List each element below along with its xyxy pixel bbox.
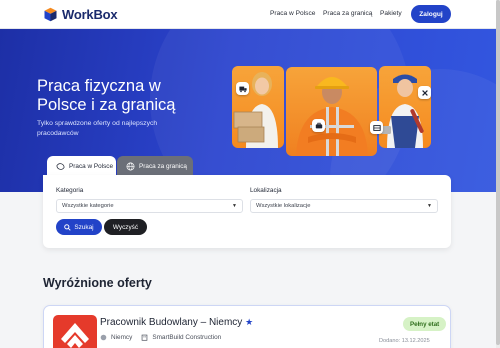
- builder-illustration: [296, 77, 368, 156]
- chevron-down-icon: ▼: [427, 203, 432, 209]
- brand-name: WorkBox: [62, 7, 118, 22]
- tab-abroad[interactable]: Praca za granicą: [117, 156, 193, 176]
- category-select[interactable]: Wszystkie kategorie ▼: [56, 199, 243, 213]
- clear-button-label: Wyczyść: [112, 223, 139, 231]
- globe-icon: [126, 162, 135, 170]
- offer-country: Niemcy: [111, 334, 133, 341]
- category-value: Wszystkie kategorie: [62, 203, 114, 209]
- search-panel: Kategoria Wszystkie kategorie ▼ Lokaliza…: [43, 175, 451, 248]
- status-badge: Pełny etat: [403, 317, 447, 331]
- search-icon: [64, 223, 72, 231]
- offer-title-text: Pracownik Budowlany – Niemcy: [100, 317, 243, 328]
- hero-card-plumber: [379, 66, 431, 148]
- search-button[interactable]: Szukaj: [56, 219, 102, 235]
- offer-title[interactable]: Pracownik Budowlany – Niemcy ★: [100, 317, 253, 328]
- truck-icon: [236, 82, 249, 95]
- page-scrollbar[interactable]: [496, 0, 500, 348]
- nav-link-abroad[interactable]: Praca za granicą: [323, 10, 372, 17]
- login-button[interactable]: Zaloguj: [411, 5, 451, 23]
- location-label: Lokalizacja: [250, 187, 282, 194]
- tools-icon: [312, 119, 325, 132]
- tab-abroad-label: Praca za granicą: [139, 162, 187, 170]
- offer-company: SmartBuild Construction: [152, 334, 222, 341]
- nav-link-poland[interactable]: Praca w Polsce: [270, 10, 315, 17]
- location-select[interactable]: Wszystkie lokalizacje ▼: [250, 199, 438, 213]
- category-label: Kategoria: [56, 187, 84, 194]
- logo-cube-icon: [44, 7, 57, 22]
- tab-poland[interactable]: Praca w Polsce: [47, 156, 116, 176]
- flag-icon: [56, 162, 65, 170]
- nav-link-packages[interactable]: Pakiety: [380, 10, 402, 17]
- company-logo: [53, 315, 97, 348]
- hero-title: Praca fizyczna w Polsce i za granicą: [37, 77, 176, 114]
- box-icon: [370, 121, 383, 134]
- courier-illustration: [233, 72, 278, 148]
- tab-poland-label: Praca w Polsce: [69, 162, 114, 170]
- location-value: Wszystkie lokalizacje: [256, 203, 311, 209]
- brand-logo[interactable]: WorkBox: [43, 6, 118, 23]
- hero-card-builder: [286, 67, 377, 156]
- top-navbar: WorkBox Praca w Polsce Praca za granicą …: [0, 0, 500, 29]
- offer-meta: Niemcy SmartBuild Construction: [100, 334, 221, 341]
- flag-pl-icon: [100, 334, 107, 341]
- company-logo-mark: [61, 323, 89, 348]
- search-button-label: Szukaj: [74, 223, 94, 231]
- wrench-icon: [418, 86, 431, 99]
- scrollbar-thumb[interactable]: [496, 0, 500, 345]
- offer-date: Dodano: 13.12.2025: [379, 338, 430, 344]
- plumber-illustration: [381, 74, 424, 148]
- offer-card[interactable]: Pracownik Budowlany – Niemcy ★ Niemcy Sm…: [43, 305, 451, 348]
- star-icon: ★: [245, 317, 254, 327]
- hero-card-courier: [232, 66, 284, 148]
- hero-subtitle: Tylko sprawdzone oferty od najlepszych p…: [37, 120, 158, 137]
- chevron-down-icon: ▼: [232, 203, 237, 209]
- building-icon: [142, 334, 148, 341]
- featured-section-title: Wyróżnione oferty: [43, 276, 152, 290]
- clear-button[interactable]: Wyczyść: [104, 219, 147, 235]
